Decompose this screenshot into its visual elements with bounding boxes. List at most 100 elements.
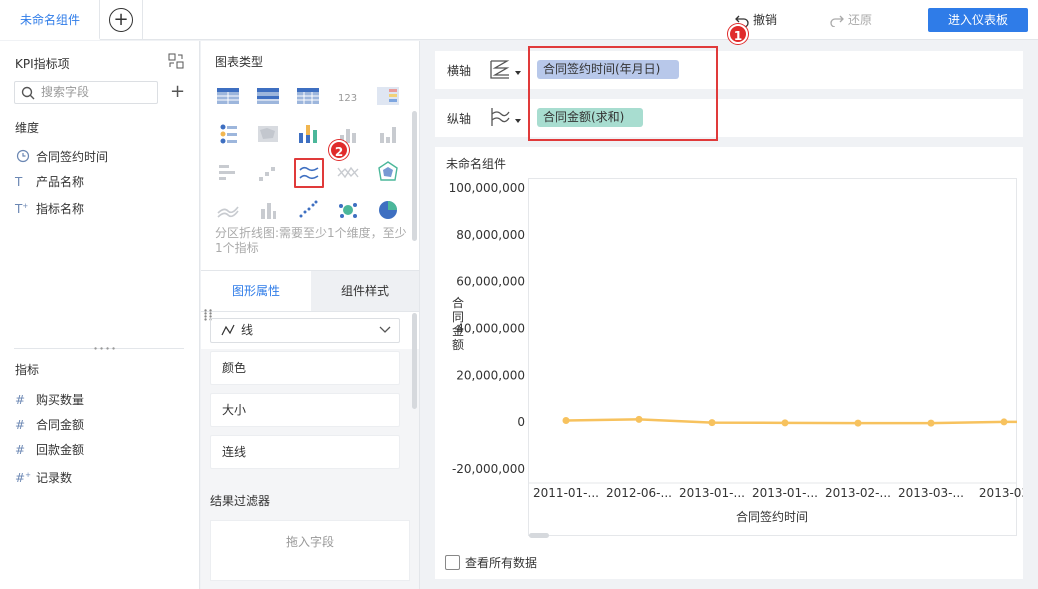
tab-component[interactable]: 未命名组件 bbox=[0, 0, 100, 40]
x-tick-label: 2013-02-... bbox=[825, 486, 891, 500]
add-field-button[interactable]: + bbox=[170, 81, 185, 103]
range-bar-icon[interactable] bbox=[255, 197, 281, 223]
y-tick-label: -20,000,000 bbox=[452, 462, 525, 476]
search-input[interactable]: 搜索字段 bbox=[14, 81, 158, 104]
chevron-down-icon[interactable] bbox=[515, 119, 521, 123]
chart-horizontal-scrollbar[interactable] bbox=[529, 533, 549, 538]
chevron-down-icon[interactable] bbox=[515, 71, 521, 75]
switch-table-icon[interactable] bbox=[168, 53, 184, 69]
dimension-label: 产品名称 bbox=[36, 175, 85, 189]
x-tick-label: 2012-06-... bbox=[606, 486, 672, 500]
hash-icon: # bbox=[15, 443, 26, 457]
hash-plus-icon: #+ bbox=[15, 471, 31, 485]
redo-label: 还原 bbox=[848, 13, 873, 27]
table-icon[interactable] bbox=[215, 83, 241, 109]
top-bar: 未命名组件 + 撤销 还原 进入仪表板 bbox=[0, 0, 1038, 40]
color-property[interactable]: 颜色 bbox=[210, 351, 400, 385]
data-point bbox=[562, 417, 570, 425]
y-tick-label: 40,000,000 bbox=[456, 322, 525, 336]
enter-dashboard-button[interactable]: 进入仪表板 bbox=[928, 8, 1028, 32]
view-all-data-checkbox[interactable]: 查看所有数据 bbox=[445, 555, 537, 571]
size-property[interactable]: 大小 bbox=[210, 393, 400, 427]
y-axis-sort-icon[interactable] bbox=[489, 106, 511, 128]
x-tick-label: 2011-01-... bbox=[533, 486, 599, 500]
search-icon bbox=[21, 86, 35, 100]
data-point bbox=[781, 419, 789, 427]
y-axis-label: 纵轴 bbox=[447, 112, 472, 126]
y-axis-title: 合同金额 bbox=[452, 295, 464, 352]
radar-icon[interactable] bbox=[375, 159, 401, 185]
scatter-icon[interactable] bbox=[295, 197, 321, 223]
redo-icon bbox=[830, 15, 844, 28]
dimension-item[interactable]: T 产品名称 bbox=[15, 173, 84, 191]
dimension-section-label: 维度 bbox=[15, 121, 40, 135]
measure-item[interactable]: # 回款金额 bbox=[15, 441, 84, 459]
property-tabs: 图形属性 组件样式 bbox=[201, 270, 419, 312]
data-point bbox=[1000, 418, 1008, 426]
measure-label: 合同金额 bbox=[36, 418, 85, 432]
color-table-icon[interactable] bbox=[215, 121, 241, 147]
tab-graphic-properties[interactable]: 图形属性 bbox=[201, 271, 311, 311]
filter-drop-zone[interactable]: 拖入字段 bbox=[210, 520, 410, 581]
measure-label: 购买数量 bbox=[36, 393, 85, 407]
checkbox-icon bbox=[445, 555, 460, 570]
step-bar-icon[interactable] bbox=[255, 159, 281, 185]
tab-divider bbox=[142, 0, 143, 40]
field-panel-title: KPI指标项 bbox=[15, 57, 70, 71]
text-T-icon: T bbox=[15, 175, 23, 189]
data-point bbox=[854, 419, 862, 427]
map-heat-icon[interactable] bbox=[255, 121, 281, 147]
shape-select[interactable]: 线 bbox=[210, 318, 400, 343]
dimension-item[interactable]: 合同签约时间 bbox=[15, 148, 108, 166]
stacked-bar-icon[interactable] bbox=[295, 121, 321, 147]
y-tick-label: 80,000,000 bbox=[456, 228, 525, 242]
group-table-icon[interactable] bbox=[255, 83, 281, 109]
redo-button[interactable]: 还原 bbox=[830, 11, 872, 29]
hash-icon: # bbox=[15, 418, 26, 432]
x-tick-label: 2013-03-... bbox=[898, 486, 964, 500]
horizontal-bar-icon[interactable] bbox=[215, 159, 241, 185]
y-tick-label: 60,000,000 bbox=[456, 275, 525, 289]
line-shape-icon bbox=[221, 324, 235, 336]
chevron-down-icon bbox=[379, 326, 391, 333]
measure-label: 记录数 bbox=[36, 471, 73, 485]
bubble-icon[interactable] bbox=[335, 197, 361, 223]
x-tick-label: 2013-03 bbox=[979, 486, 1023, 500]
shape-select-value: 线 bbox=[241, 323, 254, 337]
multi-line-chart-icon[interactable] bbox=[294, 158, 324, 188]
measure-item[interactable]: # 购买数量 bbox=[15, 391, 84, 409]
number-123-icon[interactable]: 123 bbox=[335, 83, 361, 109]
x-axis-title: 合同签约时间 bbox=[736, 509, 808, 524]
dimension-label: 合同签约时间 bbox=[36, 150, 109, 164]
property-scrollbar[interactable] bbox=[412, 313, 417, 409]
kpi-table-icon[interactable] bbox=[375, 83, 401, 109]
measure-item[interactable]: #+ 记录数 bbox=[15, 466, 73, 485]
y-tick-label: 0 bbox=[517, 415, 525, 429]
clock-icon bbox=[16, 149, 30, 163]
measure-label: 回款金额 bbox=[36, 443, 85, 457]
y-tick-label: 20,000,000 bbox=[456, 368, 525, 382]
add-tab-button[interactable]: + bbox=[109, 8, 133, 32]
series-line bbox=[565, 418, 1017, 425]
x-axis-bar: 横轴 合同签约时间(年月日) bbox=[435, 51, 1023, 89]
chart-type-panel: 图表类型 123 分区折线图:需要至少1个维度，至少1个指标 2 图形属性 组件… bbox=[201, 41, 420, 589]
measure-item[interactable]: # 合同金额 bbox=[15, 416, 84, 434]
line-compare-icon[interactable] bbox=[335, 159, 361, 185]
line-chart: 100,000,000 80,000,000 60,000,000 40,000,00… bbox=[449, 181, 1023, 524]
x-tick-label: 2013-01-... bbox=[752, 486, 818, 500]
area-icon[interactable] bbox=[215, 197, 241, 223]
tab-component-style[interactable]: 组件样式 bbox=[311, 271, 419, 311]
measure-section-label: 指标 bbox=[15, 363, 40, 377]
search-placeholder: 搜索字段 bbox=[41, 85, 90, 99]
pie-icon[interactable] bbox=[375, 197, 401, 223]
grip-icon[interactable]: ∙∙∙∙ bbox=[93, 345, 117, 353]
result-filter-title: 结果过滤器 bbox=[210, 494, 271, 508]
bar-gray-icon[interactable] bbox=[375, 121, 401, 147]
chart-type-scrollbar[interactable] bbox=[412, 111, 417, 241]
connect-line-property[interactable]: 连线 bbox=[210, 435, 400, 469]
y-axis-bar: 纵轴 合同金额(求和) bbox=[435, 99, 1023, 137]
x-axis-sort-icon[interactable] bbox=[489, 58, 511, 80]
view-all-data-label: 查看所有数据 bbox=[465, 556, 538, 570]
dimension-item[interactable]: T+ 指标名称 bbox=[15, 197, 84, 216]
cross-table-icon[interactable] bbox=[295, 83, 321, 109]
